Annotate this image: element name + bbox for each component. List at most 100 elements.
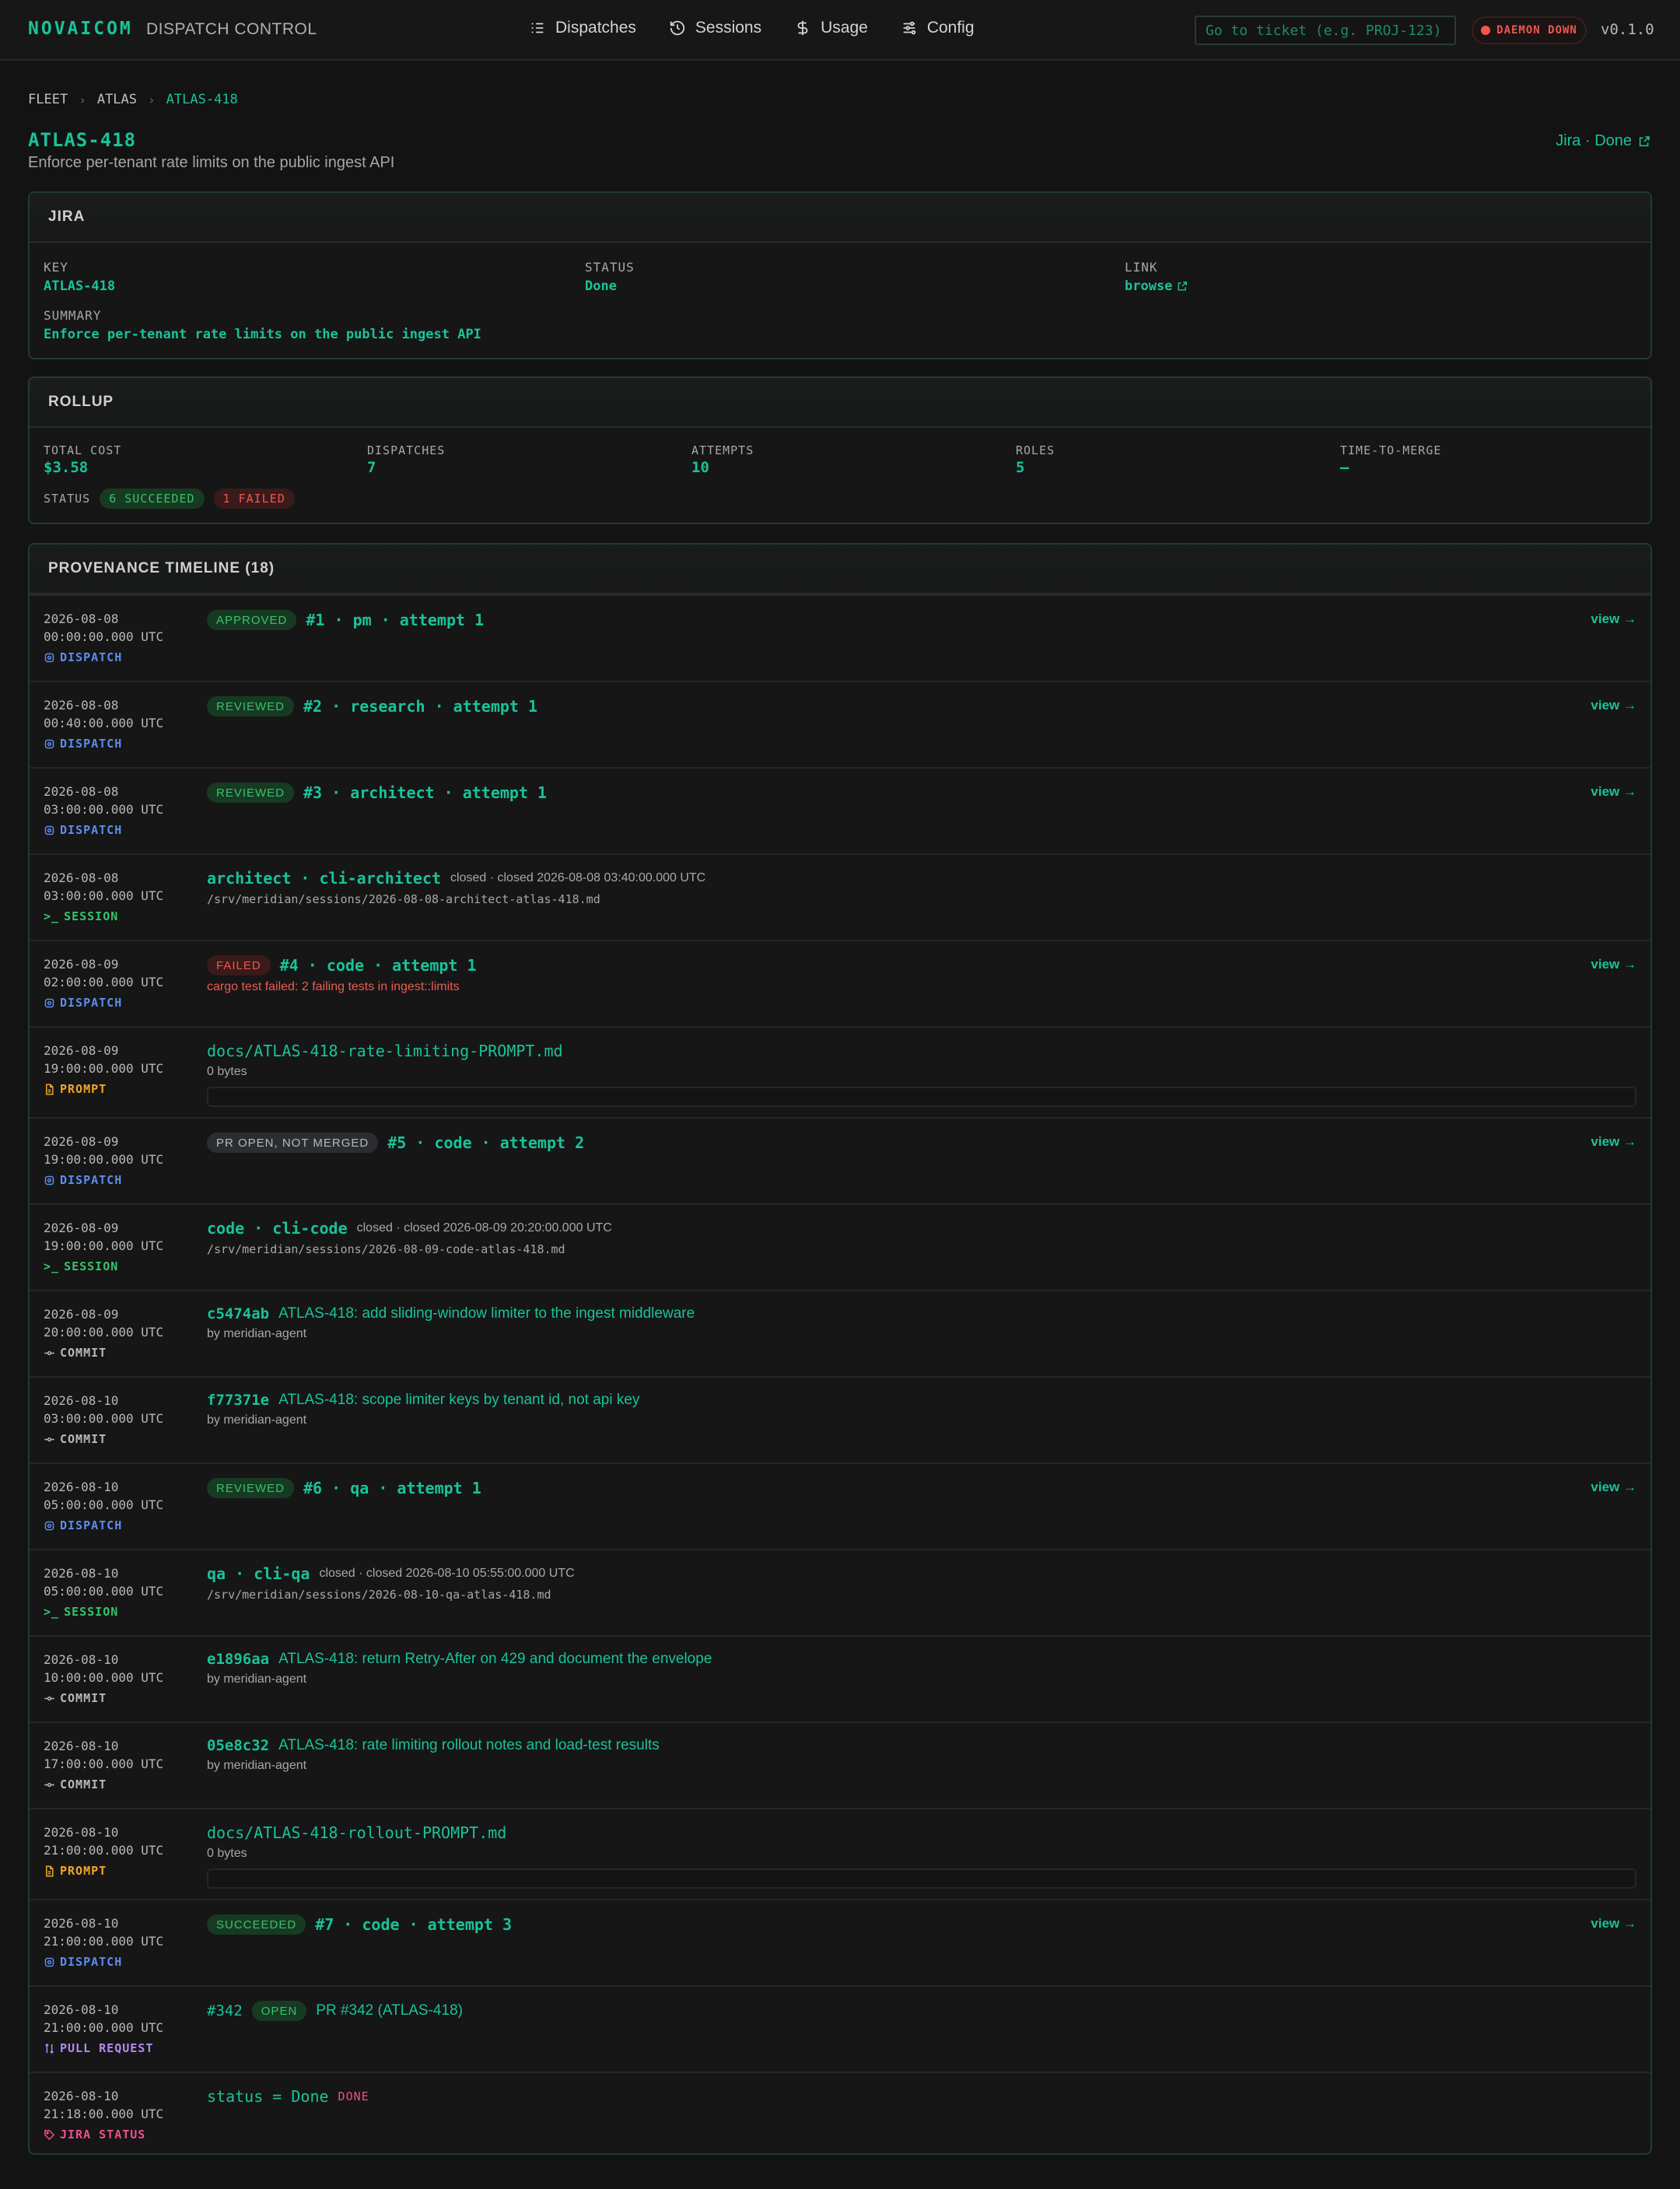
jira-panel-heading: JIRA	[30, 193, 1650, 243]
breadcrumb-current: ATLAS-418	[166, 92, 238, 107]
history-icon	[670, 20, 685, 36]
status-badge: REVIEWED	[207, 1478, 295, 1498]
timeline-event-pull-request: 2026-08-10 21:00:00.000 UTC PULL REQUEST …	[30, 1985, 1650, 2072]
terminal-icon: >_	[44, 1259, 60, 1273]
event-timestamp: 2026-08-10 05:00:00.000 UTC	[44, 1564, 163, 1600]
commit-icon	[44, 1782, 54, 1787]
ticket-search-input[interactable]	[1195, 16, 1456, 45]
event-title[interactable]: qa · cli-qa	[207, 1564, 310, 1583]
event-timestamp: 2026-08-08 03:00:00.000 UTC	[44, 783, 163, 818]
stat-roles-value: 5	[1016, 459, 1025, 476]
nav-dispatches[interactable]: Dispatches	[529, 19, 636, 37]
jira-browse-label: browse	[1125, 278, 1173, 294]
event-kind: PROMPT	[44, 1082, 107, 1096]
jira-link-label: Jira · Done	[1556, 132, 1632, 149]
event-kind-label: DISPATCH	[60, 1955, 123, 1969]
event-time: 00:00:00.000 UTC	[44, 629, 164, 644]
view-link[interactable]: view →	[1591, 1480, 1636, 1495]
event-time: 21:18:00.000 UTC	[44, 2107, 164, 2121]
event-title[interactable]: #5 · code · attempt 2	[387, 1133, 584, 1152]
event-kind-label: COMMIT	[60, 1691, 107, 1705]
timeline-panel: PROVENANCE TIMELINE (18) 2026-08-08 00:00…	[28, 543, 1652, 2155]
event-date: 2026-08-10	[44, 1739, 119, 1753]
nav-config[interactable]: Config	[901, 19, 975, 37]
timeline-event-dispatch: 2026-08-09 19:00:00.000 UTC DISPATCH PR O…	[30, 1117, 1650, 1203]
commit-message: ATLAS-418: add sliding-window limiter to…	[278, 1305, 695, 1322]
jira-summary-label: SUMMARY	[44, 308, 102, 323]
timeline-event-dispatch: 2026-08-08 00:40:00.000 UTC DISPATCH REVI…	[30, 681, 1650, 767]
view-link[interactable]: view →	[1591, 611, 1636, 627]
commit-message: ATLAS-418: scope limiter keys by tenant …	[278, 1392, 640, 1408]
prompt-file-link[interactable]: docs/ATLAS-418-rate-limiting-PROMPT.md	[207, 1042, 563, 1060]
event-kind-label: SESSION	[64, 1259, 119, 1273]
event-body: APPROVED #1 · pm · attempt 1	[207, 610, 1636, 630]
commit-message: ATLAS-418: return Retry-After on 429 and…	[278, 1651, 712, 1667]
event-timestamp: 2026-08-08 00:40:00.000 UTC	[44, 696, 163, 732]
event-date: 2026-08-09	[44, 957, 119, 972]
commit-author: by meridian-agent	[207, 1413, 307, 1427]
timeline-event-prompt: 2026-08-10 21:00:00.000 UTC PROMPT docs/A…	[30, 1808, 1650, 1899]
event-kind: COMMIT	[44, 1691, 107, 1705]
event-title[interactable]: #7 · code · attempt 3	[315, 1915, 512, 1934]
jira-key-value: ATLAS-418	[44, 278, 116, 294]
event-timestamp: 2026-08-10 21:18:00.000 UTC	[44, 2087, 163, 2123]
failed-count-badge: 1 FAILED	[213, 489, 295, 509]
event-date: 2026-08-10	[44, 2089, 119, 2103]
event-date: 2026-08-10	[44, 1825, 119, 1840]
event-body: PR OPEN, NOT MERGED #5 · code · attempt 2	[207, 1133, 1636, 1153]
event-timestamp: 2026-08-10 21:00:00.000 UTC	[44, 2001, 163, 2037]
view-link[interactable]: view →	[1591, 698, 1636, 713]
view-link[interactable]: view →	[1591, 957, 1636, 972]
status-badge: REVIEWED	[207, 696, 295, 716]
view-link[interactable]: view →	[1591, 1134, 1636, 1150]
commit-sha[interactable]: c5474ab	[207, 1305, 269, 1322]
jira-panel: JIRA KEY ATLAS-418 STATUS Done LINK brow…	[28, 191, 1652, 359]
nav-sessions[interactable]: Sessions	[669, 19, 761, 37]
pr-title[interactable]: PR #342 (ATLAS-418)	[316, 2002, 463, 2019]
event-time: 03:00:00.000 UTC	[44, 1411, 164, 1426]
event-time: 19:00:00.000 UTC	[44, 1238, 164, 1253]
view-link[interactable]: view →	[1591, 1916, 1636, 1932]
jira-browse-link[interactable]: browse	[1125, 278, 1188, 294]
stat-dispatches-label: DISPATCHES	[367, 443, 446, 457]
timeline-event-session: 2026-08-08 03:00:00.000 UTC >_ SESSION arc…	[30, 853, 1650, 940]
event-kind-label: PROMPT	[60, 1082, 107, 1096]
prompt-file-link[interactable]: docs/ATLAS-418-rollout-PROMPT.md	[207, 1823, 506, 1842]
event-title[interactable]: #3 · architect · attempt 1	[303, 783, 547, 802]
breadcrumb-fleet[interactable]: FLEET	[28, 92, 68, 107]
timeline-event-dispatch: 2026-08-10 05:00:00.000 UTC DISPATCH REVI…	[30, 1462, 1650, 1549]
dollar-icon	[797, 20, 808, 36]
timeline-event-commit: 2026-08-09 20:00:00.000 UTC COMMIT c5474a…	[30, 1290, 1650, 1376]
event-title[interactable]: #4 · code · attempt 1	[280, 956, 477, 975]
event-time: 21:00:00.000 UTC	[44, 2020, 164, 2035]
commit-sha[interactable]: f77371e	[207, 1392, 269, 1409]
event-title[interactable]: #6 · qa · attempt 1	[303, 1479, 481, 1497]
event-body: c5474ab ATLAS-418: add sliding-window lim…	[207, 1305, 1636, 1341]
dispatch-icon	[44, 825, 54, 835]
event-kind: COMMIT	[44, 1777, 107, 1791]
event-timestamp: 2026-08-09 19:00:00.000 UTC	[44, 1133, 163, 1168]
commit-sha[interactable]: e1896aa	[207, 1651, 269, 1668]
event-title[interactable]: #1 · pm · attempt 1	[306, 611, 484, 629]
commit-icon	[44, 1437, 54, 1441]
event-kind: JIRA STATUS	[44, 2128, 145, 2142]
event-timestamp: 2026-08-10 05:00:00.000 UTC	[44, 1478, 163, 1514]
event-title[interactable]: architect · cli-architect	[207, 869, 441, 888]
terminal-icon: >_	[44, 909, 60, 923]
event-kind: >_ SESSION	[44, 1605, 118, 1619]
event-time: 05:00:00.000 UTC	[44, 1584, 164, 1599]
event-title[interactable]: code · cli-code	[207, 1219, 348, 1238]
view-link[interactable]: view →	[1591, 784, 1636, 800]
prompt-size: 0 bytes	[207, 1065, 247, 1078]
event-timestamp: 2026-08-10 10:00:00.000 UTC	[44, 1651, 163, 1686]
nav-dispatches-label: Dispatches	[555, 19, 636, 37]
event-title[interactable]: #2 · research · attempt 1	[303, 697, 537, 716]
brand-logo[interactable]: NOVAICOM	[28, 19, 133, 39]
pr-number[interactable]: #342	[207, 2002, 243, 2019]
breadcrumb-atlas[interactable]: ATLAS	[97, 92, 137, 107]
commit-sha[interactable]: 05e8c32	[207, 1737, 269, 1754]
daemon-status-label: DAEMON DOWN	[1496, 24, 1577, 37]
jira-link[interactable]: Jira · Done	[1556, 132, 1650, 150]
jira-key-label: KEY	[44, 260, 68, 275]
nav-usage[interactable]: Usage	[794, 19, 868, 37]
